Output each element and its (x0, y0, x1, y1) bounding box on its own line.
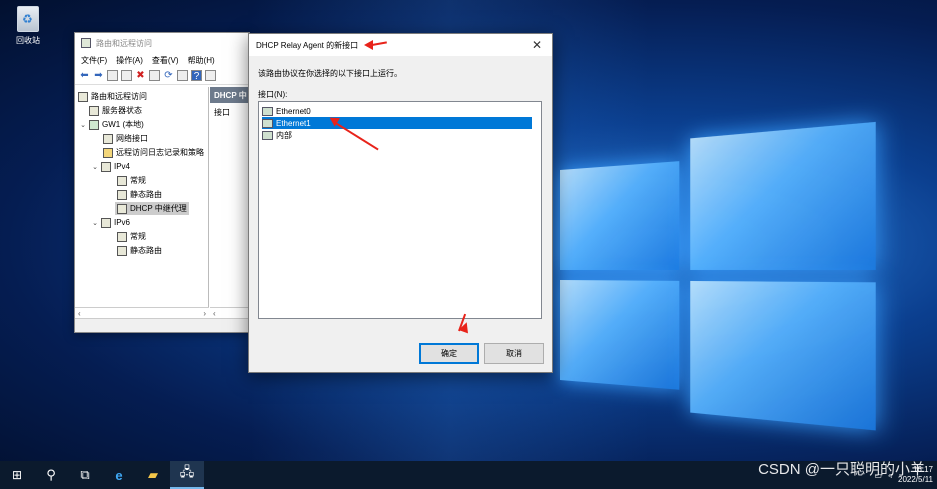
export-icon[interactable] (177, 70, 188, 81)
tree-ipv6-static-routes[interactable]: 静态路由 (117, 244, 162, 257)
properties-icon[interactable] (149, 70, 160, 81)
task-view-button[interactable]: ⧉ (68, 461, 102, 489)
recycle-bin-label: 回收站 (16, 36, 40, 45)
help-icon[interactable]: ? (191, 70, 202, 82)
close-icon[interactable]: ✕ (532, 38, 542, 52)
rras-titlebar[interactable]: 路由和远程访问 (75, 33, 249, 53)
new-interface-dialog[interactable]: DHCP Relay Agent 的新接口 ✕ 该路由协议在你选择的以下接口上运… (248, 33, 553, 373)
tree-ipv6[interactable]: ⌄ IPv6 (91, 216, 130, 229)
search-icon: ⚲ (46, 467, 56, 482)
menu-file[interactable]: 文件(F) (81, 55, 107, 66)
interfaces-label: 接口(N): (258, 90, 288, 99)
ipv4-icon (101, 161, 111, 172)
interface-item-ethernet1[interactable]: Ethernet1 (262, 117, 532, 129)
watermark: CSDN @一只聪明的小羊 (758, 461, 925, 478)
tree-ipv6-general[interactable]: 常规 (117, 230, 146, 243)
tree-ipv4[interactable]: ⌄ IPv4 (91, 160, 130, 173)
tree-server[interactable]: ⌄ GW1 (本地) (79, 118, 144, 131)
interface-item-internal[interactable]: 内部 (262, 129, 532, 141)
general-icon (117, 175, 127, 186)
details-column-interface[interactable]: 接口 (210, 103, 250, 122)
menu-help[interactable]: 帮助(H) (188, 55, 215, 66)
scroll-left-icon[interactable]: ‹ (213, 309, 216, 318)
static-routes-icon (117, 189, 127, 200)
dhcp-relay-icon (117, 203, 127, 214)
tree-root[interactable]: 路由和远程访问 (78, 90, 147, 103)
static-routes-icon (117, 245, 127, 256)
network-interfaces-icon (103, 133, 113, 144)
expand-chevron-icon[interactable]: ⌄ (91, 219, 99, 227)
interface-item-ethernet0[interactable]: Ethernet0 (262, 105, 532, 117)
forward-icon[interactable]: ➡ (93, 70, 104, 81)
view-icon[interactable] (205, 70, 216, 81)
server-icon (89, 119, 99, 130)
start-button[interactable]: ⊞ (0, 461, 34, 489)
windows-logo-wallpaper (560, 121, 876, 431)
tree-remote-access-logging[interactable]: 远程访问日志记录和策略 (103, 146, 204, 159)
rras-node-icon (78, 91, 88, 102)
network-adapter-icon (262, 106, 273, 116)
details-header: DHCP 中 (210, 87, 250, 103)
server-status-icon (89, 105, 99, 116)
cancel-button[interactable]: 取消 (484, 343, 544, 364)
windows-start-icon: ⊞ (11, 468, 23, 482)
expand-chevron-icon[interactable]: ⌄ (91, 163, 99, 171)
general-icon (117, 231, 127, 242)
refresh-icon[interactable]: ⟳ (163, 70, 174, 81)
details-pane: DHCP 中 接口 (210, 87, 250, 307)
internet-explorer-icon: e (115, 467, 123, 483)
rras-title: 路由和远程访问 (96, 38, 152, 48)
rras-app-icon (81, 38, 91, 48)
rras-window[interactable]: 路由和远程访问 文件(F) 操作(A) 查看(V) 帮助(H) ⬅ ➡ ✖ ⟳ … (74, 32, 250, 333)
scroll-left-icon[interactable]: ‹ (78, 309, 81, 318)
folder-icon (103, 147, 113, 158)
back-icon[interactable]: ⬅ (79, 70, 90, 81)
recycle-bin-icon (17, 6, 39, 32)
dialog-description: 该路由协议在你选择的以下接口上运行。 (258, 69, 402, 78)
file-explorer-button[interactable]: ▰ (136, 461, 170, 489)
tree-network-interfaces[interactable]: 网络接口 (103, 132, 148, 145)
ok-button[interactable]: 确定 (419, 343, 479, 364)
menu-view[interactable]: 查看(V) (152, 55, 179, 66)
interfaces-list[interactable]: Ethernet0 Ethernet1 内部 (258, 101, 542, 319)
folder-icon: ▰ (148, 467, 158, 482)
network-adapter-icon (262, 130, 273, 140)
console-icon[interactable] (121, 70, 132, 81)
menubar: 文件(F) 操作(A) 查看(V) 帮助(H) (75, 53, 249, 67)
recycle-bin[interactable]: 回收站 (6, 6, 50, 46)
ipv6-icon (101, 217, 111, 228)
statusbar (75, 318, 249, 332)
search-button[interactable]: ⚲ (34, 461, 68, 489)
ie-button[interactable]: e (102, 461, 136, 489)
folder-icon[interactable] (107, 70, 118, 81)
tree-server-status[interactable]: 服务器状态 (89, 104, 142, 117)
task-view-icon: ⧉ (80, 467, 90, 482)
scroll-right-icon[interactable]: › (203, 309, 206, 318)
console-tree: 路由和远程访问 服务器状态 ⌄ GW1 (本地) 网络接口 远程访问日志记录和策… (75, 87, 209, 307)
tree-ipv4-general[interactable]: 常规 (117, 174, 146, 187)
tree-dhcp-relay[interactable]: DHCP 中继代理 (115, 202, 189, 215)
dialog-title: DHCP Relay Agent 的新接口 (256, 40, 359, 50)
dialog-titlebar[interactable]: DHCP Relay Agent 的新接口 ✕ (249, 34, 552, 56)
menu-action[interactable]: 操作(A) (116, 55, 143, 66)
toolbar: ⬅ ➡ ✖ ⟳ ? (75, 67, 249, 85)
expand-chevron-icon[interactable]: ⌄ (79, 121, 87, 129)
network-icon: 🖧 (179, 464, 195, 479)
rras-taskbar-button[interactable]: 🖧 (170, 461, 204, 489)
delete-icon[interactable]: ✖ (135, 70, 146, 81)
tree-ipv4-static-routes[interactable]: 静态路由 (117, 188, 162, 201)
network-adapter-icon (262, 118, 273, 128)
